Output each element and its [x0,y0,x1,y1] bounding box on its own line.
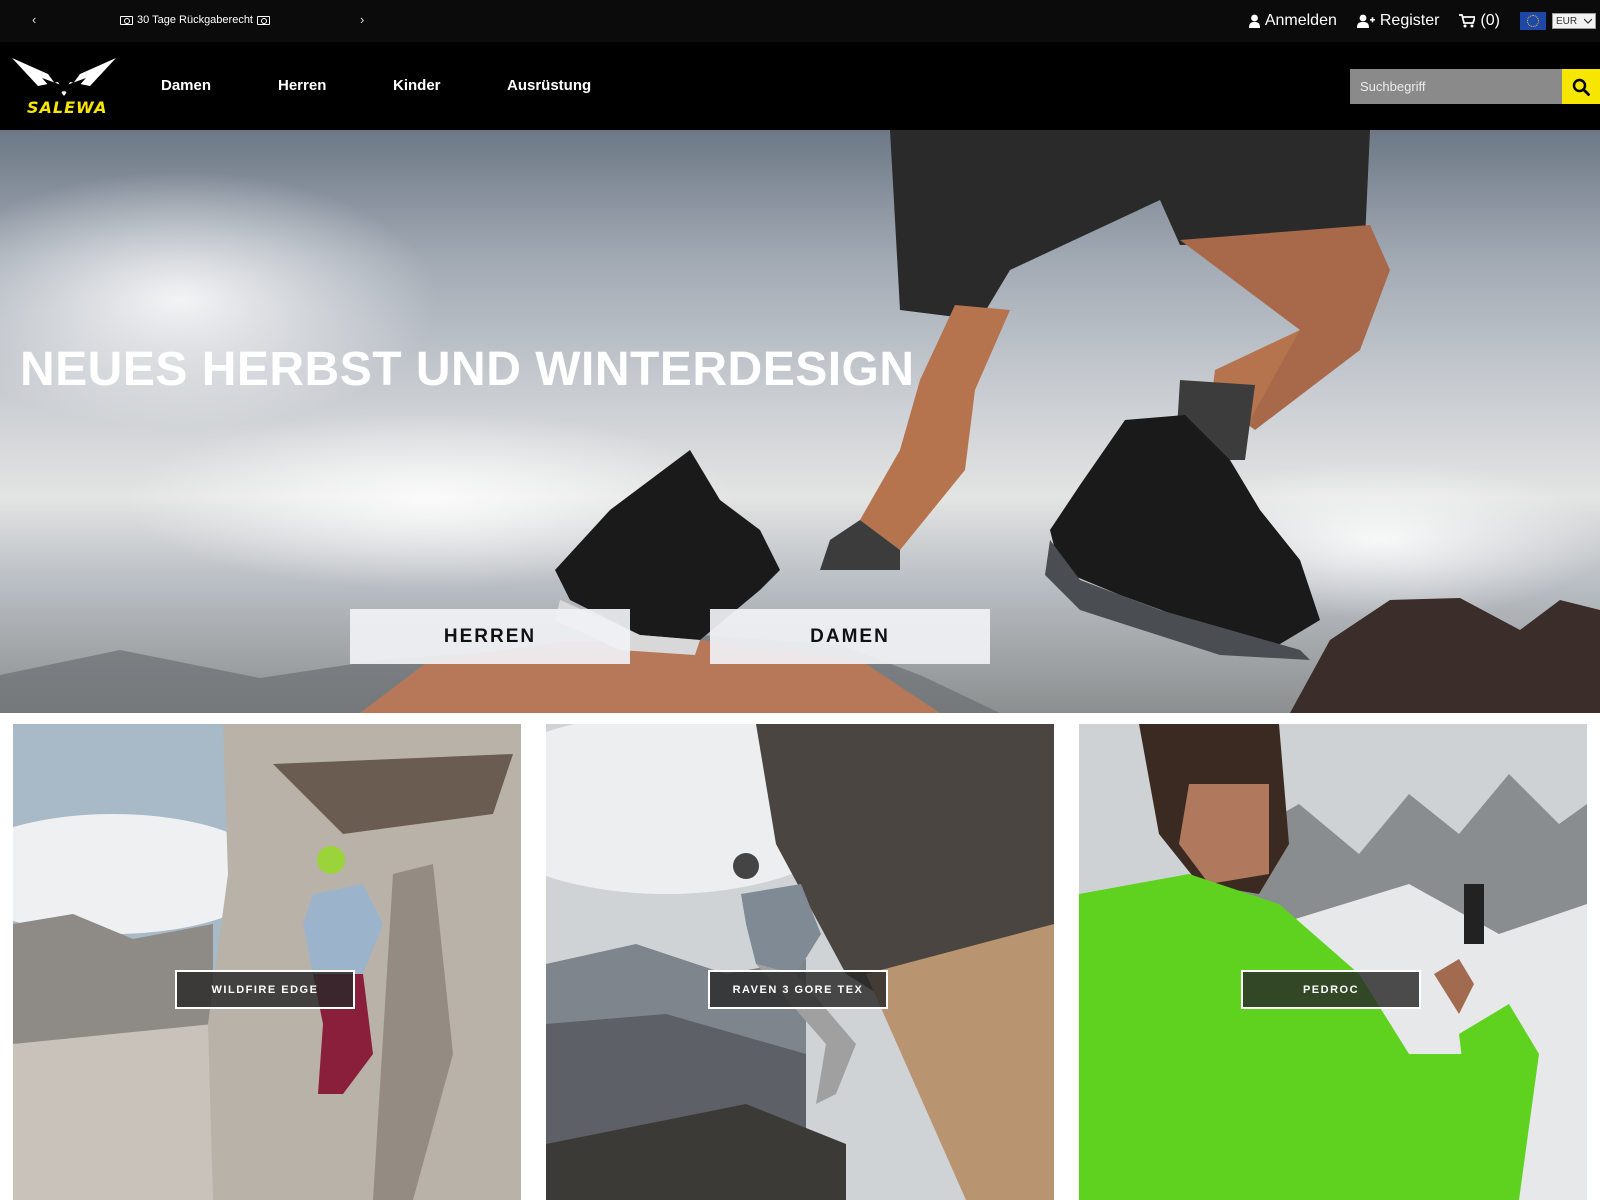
product-tile-pedroc[interactable]: PEDROC [1079,724,1587,1200]
tile-label-raven-3-gore-tex[interactable]: RAVEN 3 GORE TEX [708,970,888,1009]
search-button[interactable] [1562,69,1600,104]
main-navigation: SALEWA Damen Herren Kinder Ausrüstung [0,42,1600,130]
salewa-logo[interactable]: SALEWA [12,56,116,118]
currency-select[interactable]: EUR [1552,13,1596,29]
promo-message: 30 Tage Rückgaberecht [120,14,270,26]
climber-photo [13,724,521,1200]
user-icon [1248,14,1260,28]
register-label: Register [1379,12,1440,29]
login-link[interactable]: Anmelden [1248,12,1337,30]
promo-next-arrow[interactable]: › [360,12,364,27]
money-icon [257,15,270,25]
search-icon [1572,78,1590,96]
nav-item-kinder[interactable]: Kinder [393,77,441,94]
chevron-down-icon [1584,18,1592,24]
currency-value: EUR [1556,15,1578,27]
register-link[interactable]: Register [1356,12,1440,30]
user-plus-icon [1356,14,1375,28]
money-icon [120,15,133,25]
nav-item-damen[interactable]: Damen [161,77,211,94]
product-tile-wildfire-edge[interactable]: WILDFIRE EDGE [13,724,521,1200]
climber-overhang-photo [546,724,1054,1200]
tile-label-wildfire-edge[interactable]: WILDFIRE EDGE [175,970,355,1009]
hero-title: NEUES HERBST UND WINTERDESIGN [20,343,915,396]
hero-banner: NEUES HERBST UND WINTERDESIGN HERREN DAM… [0,130,1600,713]
search-input[interactable] [1350,69,1562,104]
cart-link[interactable]: (0) [1459,12,1500,30]
eu-flag-icon [1520,12,1546,30]
login-label: Anmelden [1264,12,1337,29]
tile-label-pedroc[interactable]: PEDROC [1241,970,1421,1009]
promo-prev-arrow[interactable]: ‹ [32,12,36,27]
hero-button-damen[interactable]: DAMEN [710,609,990,664]
promo-text: 30 Tage Rückgaberecht [137,14,253,26]
logo-wordmark: SALEWA [27,98,108,117]
eagle-logo-icon [12,58,116,96]
top-bar: ‹ 30 Tage Rückgaberecht › Anmelden Regis… [0,0,1600,42]
cart-icon [1459,14,1476,28]
cart-count: (0) [1480,12,1500,29]
climber-gear-photo [1079,724,1587,1200]
account-links: Anmelden Register (0) EUR [1248,0,1600,42]
hero-button-herren[interactable]: HERREN [350,609,630,664]
product-tile-raven-3-gore-tex[interactable]: RAVEN 3 GORE TEX [546,724,1054,1200]
nav-item-ausruestung[interactable]: Ausrüstung [507,77,591,94]
nav-item-herren[interactable]: Herren [278,77,326,94]
